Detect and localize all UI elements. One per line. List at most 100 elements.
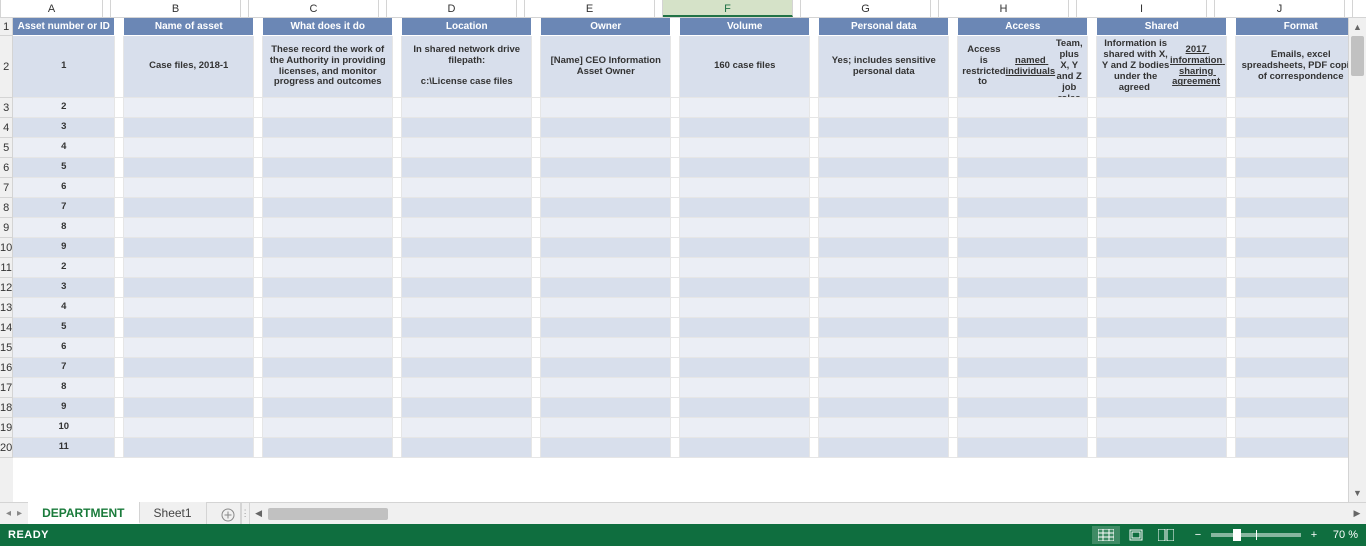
- sheet-tab[interactable]: DEPARTMENT: [28, 502, 139, 524]
- cell[interactable]: [1236, 218, 1366, 238]
- column-header-E[interactable]: E: [525, 0, 655, 17]
- sheet-tab[interactable]: Sheet1: [140, 502, 207, 524]
- header-cell[interactable]: Personal data: [819, 18, 949, 36]
- cell[interactable]: [819, 258, 949, 278]
- cell[interactable]: [819, 378, 949, 398]
- cell[interactable]: [958, 138, 1088, 158]
- cell[interactable]: [680, 158, 810, 178]
- zoom-slider-knob[interactable]: [1233, 529, 1241, 541]
- header-cell[interactable]: Owner: [541, 18, 671, 36]
- tab-splitter-icon[interactable]: ⋮: [242, 503, 250, 524]
- cell[interactable]: [541, 358, 671, 378]
- vscroll-track[interactable]: [1349, 36, 1366, 484]
- cell[interactable]: [124, 218, 254, 238]
- cell[interactable]: [680, 278, 810, 298]
- cell[interactable]: Information is shared with X, Y and Z bo…: [1097, 36, 1227, 98]
- cell[interactable]: [541, 278, 671, 298]
- zoom-percent[interactable]: 70 %: [1333, 529, 1358, 541]
- cell[interactable]: [1236, 118, 1366, 138]
- cell[interactable]: [1236, 158, 1366, 178]
- cell[interactable]: [124, 298, 254, 318]
- cell[interactable]: [819, 318, 949, 338]
- cell[interactable]: [402, 298, 532, 318]
- cell[interactable]: [1097, 318, 1227, 338]
- column-header-F[interactable]: F: [663, 0, 793, 17]
- row-header[interactable]: 19: [0, 418, 13, 438]
- tab-nav-next-icon[interactable]: ▸: [17, 508, 22, 519]
- cell[interactable]: [1097, 338, 1227, 358]
- cell[interactable]: [541, 338, 671, 358]
- header-cell[interactable]: Volume: [680, 18, 810, 36]
- cell[interactable]: [402, 238, 532, 258]
- cell[interactable]: [1097, 178, 1227, 198]
- cell[interactable]: [958, 238, 1088, 258]
- row-header[interactable]: 14: [0, 318, 13, 338]
- cell[interactable]: [263, 438, 393, 458]
- cell[interactable]: [819, 198, 949, 218]
- cell[interactable]: [263, 218, 393, 238]
- header-cell[interactable]: Asset number or ID: [13, 18, 115, 36]
- cell[interactable]: [263, 378, 393, 398]
- cell[interactable]: 4: [13, 298, 115, 318]
- cell[interactable]: [819, 398, 949, 418]
- cell[interactable]: [541, 118, 671, 138]
- cell[interactable]: [1097, 358, 1227, 378]
- header-cell[interactable]: Format: [1236, 18, 1366, 36]
- cell[interactable]: [541, 238, 671, 258]
- cell[interactable]: 8: [13, 218, 115, 238]
- cell[interactable]: [1236, 298, 1366, 318]
- cell[interactable]: [1236, 178, 1366, 198]
- cell[interactable]: 11: [13, 438, 115, 458]
- zoom-slider[interactable]: [1211, 533, 1301, 537]
- cell[interactable]: [958, 398, 1088, 418]
- cell[interactable]: [124, 178, 254, 198]
- cell[interactable]: 1: [13, 36, 115, 98]
- cell[interactable]: [1097, 218, 1227, 238]
- cell[interactable]: [680, 98, 810, 118]
- cell[interactable]: [1236, 238, 1366, 258]
- cell[interactable]: 8: [13, 378, 115, 398]
- cell[interactable]: [680, 398, 810, 418]
- scroll-right-arrow-icon[interactable]: ▶: [1348, 503, 1366, 524]
- row-header[interactable]: 10: [0, 238, 13, 258]
- cell[interactable]: [124, 238, 254, 258]
- header-cell[interactable]: Shared: [1097, 18, 1227, 36]
- cell[interactable]: [680, 138, 810, 158]
- cell[interactable]: [1097, 378, 1227, 398]
- cell[interactable]: [819, 118, 949, 138]
- cell[interactable]: [263, 258, 393, 278]
- cell[interactable]: [819, 358, 949, 378]
- cell[interactable]: [541, 258, 671, 278]
- cell[interactable]: [263, 158, 393, 178]
- cell[interactable]: 9: [13, 398, 115, 418]
- hscroll-track[interactable]: [268, 507, 1348, 521]
- cell[interactable]: [958, 278, 1088, 298]
- horizontal-scrollbar[interactable]: ⋮ ◀ ▶: [241, 503, 1366, 524]
- cell[interactable]: [1236, 198, 1366, 218]
- view-page-break-button[interactable]: [1152, 526, 1180, 544]
- cell[interactable]: [124, 258, 254, 278]
- cell[interactable]: [402, 158, 532, 178]
- cell[interactable]: [958, 218, 1088, 238]
- column-header-G[interactable]: G: [801, 0, 931, 17]
- row-header[interactable]: 16: [0, 358, 13, 378]
- row-header[interactable]: 1: [0, 18, 13, 36]
- cell[interactable]: [680, 438, 810, 458]
- column-header-C[interactable]: C: [249, 0, 379, 17]
- row-header[interactable]: 13: [0, 298, 13, 318]
- cell[interactable]: [819, 178, 949, 198]
- cell[interactable]: [680, 218, 810, 238]
- cell[interactable]: [819, 158, 949, 178]
- cell[interactable]: [124, 358, 254, 378]
- cell[interactable]: [402, 398, 532, 418]
- cell[interactable]: [402, 378, 532, 398]
- cell[interactable]: [263, 338, 393, 358]
- cell[interactable]: [402, 218, 532, 238]
- row-header[interactable]: 8: [0, 198, 13, 218]
- cell[interactable]: 5: [13, 158, 115, 178]
- cell[interactable]: 160 case files: [680, 36, 810, 98]
- cell[interactable]: [263, 98, 393, 118]
- cell[interactable]: [1236, 258, 1366, 278]
- cell[interactable]: [541, 298, 671, 318]
- cell[interactable]: [819, 98, 949, 118]
